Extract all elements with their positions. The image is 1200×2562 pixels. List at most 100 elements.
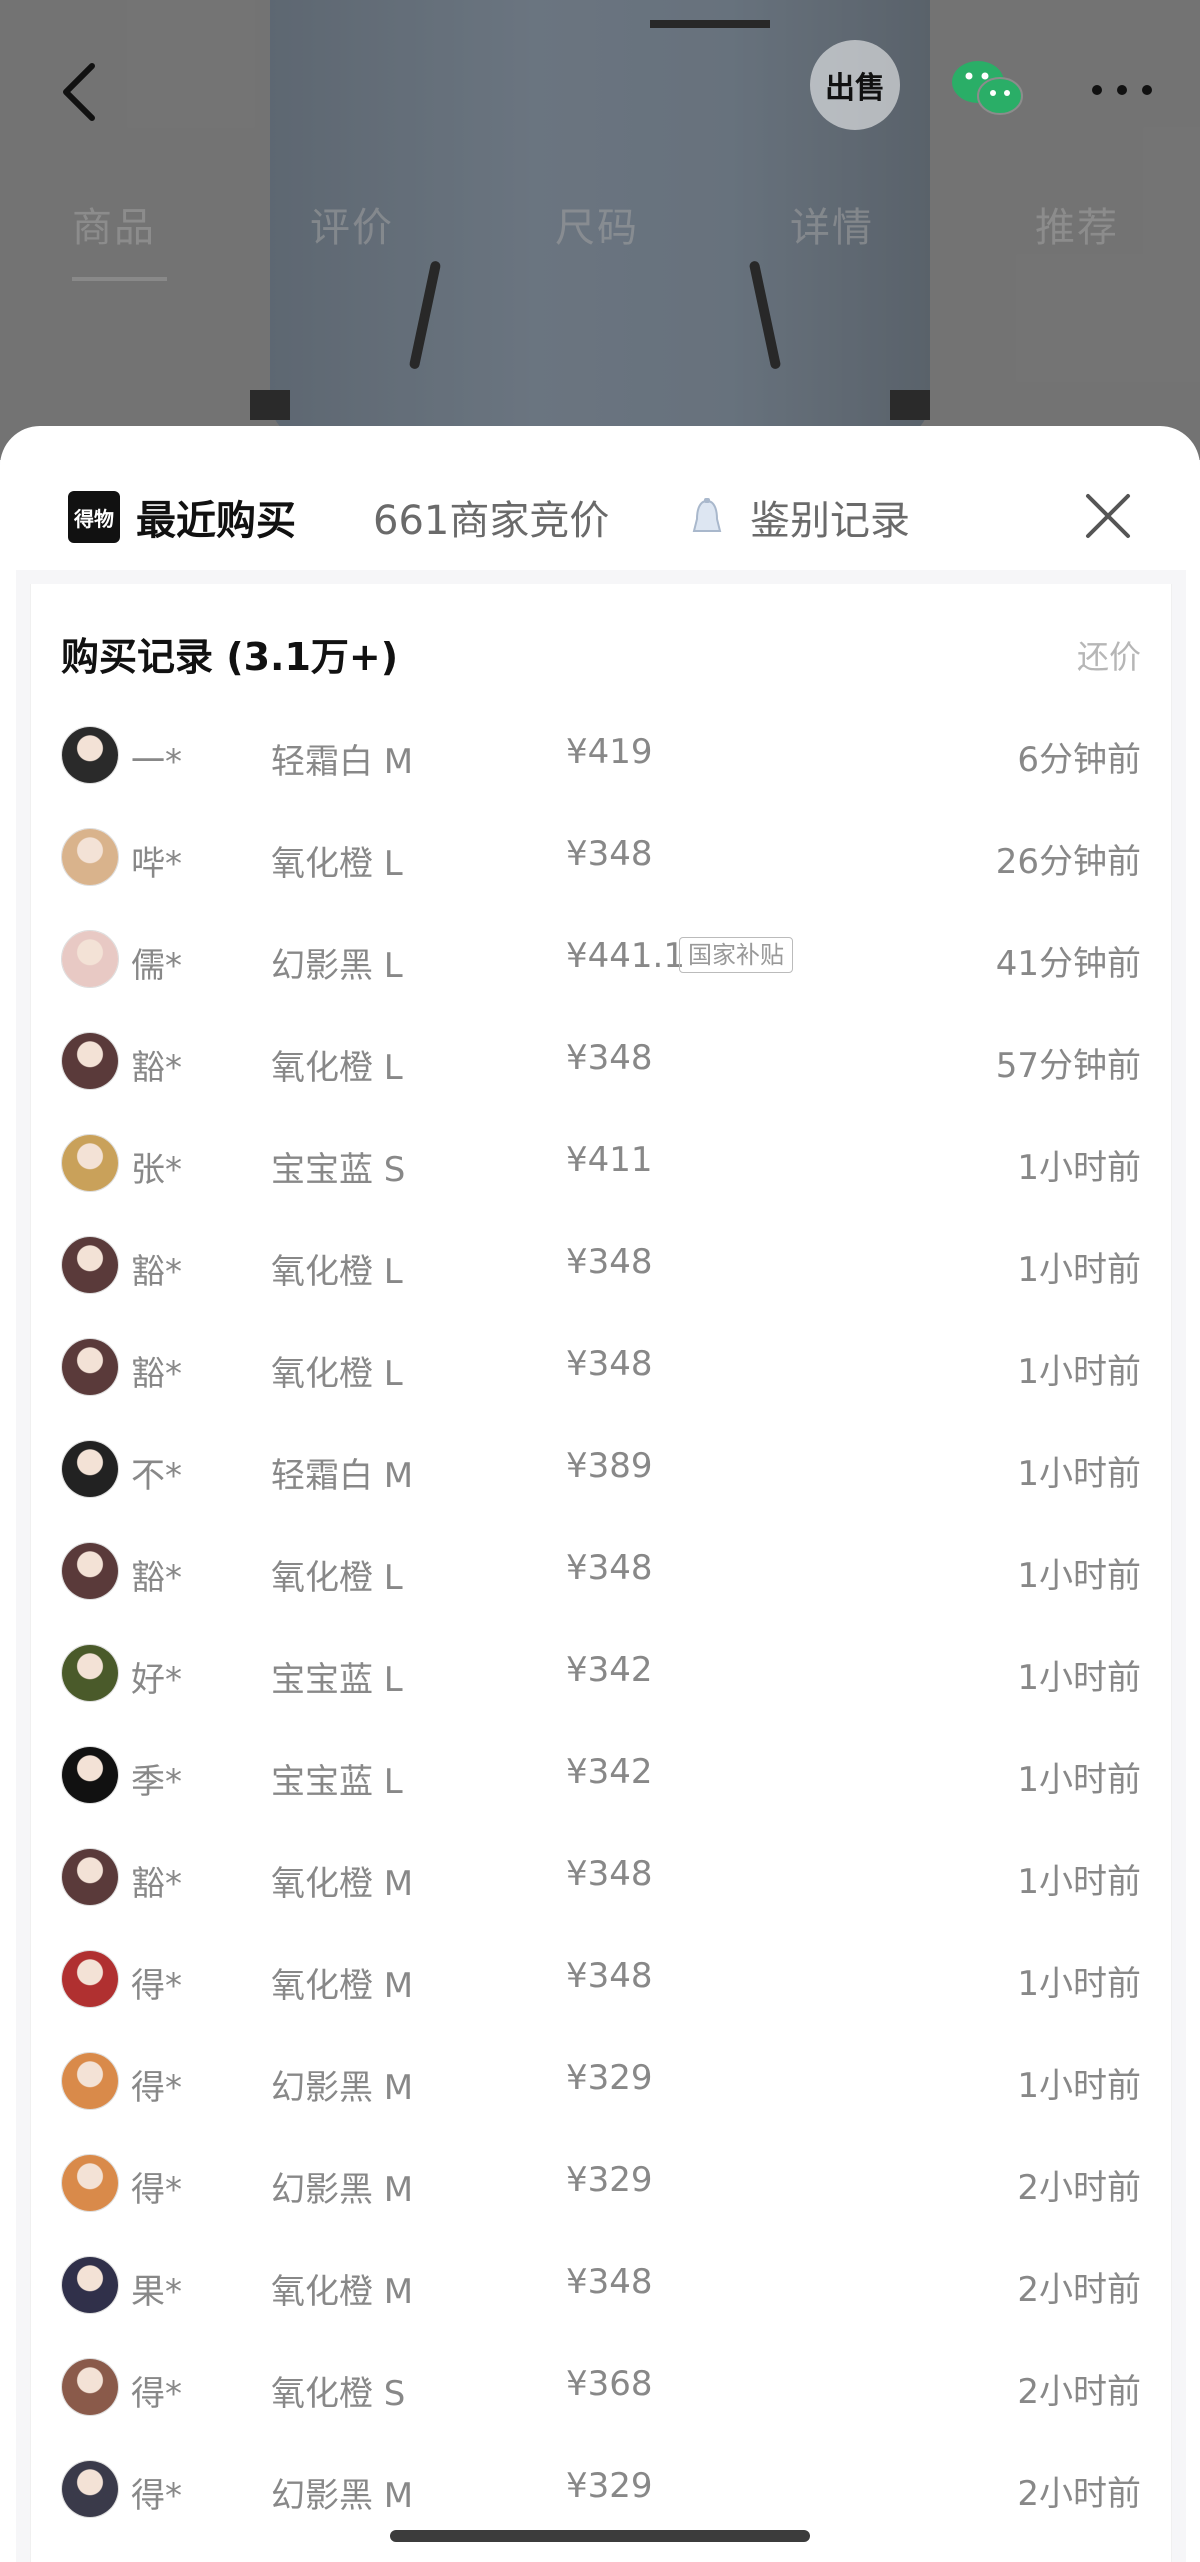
purchase-price: ¥329: [566, 2466, 653, 2506]
product-spec: 氧化橙 L: [271, 844, 403, 884]
purchase-time: 6分钟前: [1017, 740, 1141, 780]
product-spec: 轻霜白 M: [271, 1456, 414, 1496]
close-icon: [1086, 494, 1130, 538]
avatar-image: [62, 2155, 118, 2211]
user-avatar: [61, 1134, 119, 1192]
buyer-name: 豁*: [131, 1252, 182, 1292]
avatar-image: [62, 1033, 118, 1089]
purchase-time: 1小时前: [1017, 1250, 1141, 1290]
home-indicator[interactable]: [390, 2530, 810, 2542]
avatar-image: [62, 1135, 118, 1191]
purchase-row: 得* 幻影黑 M ¥329 2小时前: [31, 2438, 1171, 2540]
purchase-row: 得* 氧化橙 S ¥368 2小时前: [31, 2336, 1171, 2438]
user-avatar: [61, 1848, 119, 1906]
sheet-tabs: 得物 最近购买 661商家竞价 鉴别记录: [0, 426, 1200, 582]
buyer-name: 豁*: [131, 1048, 182, 1088]
close-button[interactable]: [1082, 490, 1134, 542]
purchase-price: ¥348: [566, 1548, 653, 1588]
purchase-time: 2小时前: [1017, 2270, 1141, 2310]
purchase-row: 一* 轻霜白 M ¥419 6分钟前: [31, 704, 1171, 806]
purchase-row: 得* 氧化橙 M ¥348 1小时前: [31, 1928, 1171, 2030]
buyer-name: 得*: [131, 2374, 182, 2414]
avatar-image: [62, 2359, 118, 2415]
purchase-row: 豁* 氧化橙 L ¥348 1小时前: [31, 1316, 1171, 1418]
product-tab-underline: [72, 277, 167, 281]
purchase-row: 儒* 幻影黑 L ¥441.1 国家补贴 41分钟前: [31, 908, 1171, 1010]
purchase-row: 哔* 氧化橙 L ¥348 26分钟前: [31, 806, 1171, 908]
product-spec: 氧化橙 L: [271, 1252, 403, 1292]
purchase-rows: 一* 轻霜白 M ¥419 6分钟前 哔* 氧化橙 L ¥348 26分钟前 儒* 幻影黑 L ¥4…: [31, 704, 1171, 2540]
user-avatar: [61, 1236, 119, 1294]
buyer-name: 得*: [131, 2068, 182, 2108]
avatar-image: [62, 2053, 118, 2109]
product-spec: 氧化橙 L: [271, 1048, 403, 1088]
avatar-image: [62, 931, 118, 987]
buyer-name: 儒*: [131, 946, 182, 986]
active-tab-underline: [137, 574, 227, 580]
purchase-price: ¥348: [566, 1242, 653, 1282]
user-avatar: [61, 2460, 119, 2518]
back-button[interactable]: [56, 62, 108, 122]
purchase-time: 26分钟前: [995, 842, 1141, 882]
user-avatar: [61, 1644, 119, 1702]
purchase-time: 41分钟前: [995, 944, 1141, 984]
product-spec: 氧化橙 M: [271, 1864, 414, 1904]
user-avatar: [61, 2154, 119, 2212]
avatar-image: [62, 1747, 118, 1803]
more-options-button[interactable]: [1085, 80, 1165, 100]
more-dots-icon: [1092, 85, 1152, 95]
purchase-price: ¥348: [566, 834, 653, 874]
purchase-row: 张* 宝宝蓝 S ¥411 1小时前: [31, 1112, 1171, 1214]
purchase-price: ¥342: [566, 1650, 653, 1690]
purchase-price: ¥348: [566, 2262, 653, 2302]
wechat-share-button[interactable]: [950, 58, 1026, 118]
avatar-image: [62, 1645, 118, 1701]
buyer-name: 得*: [131, 1966, 182, 2006]
product-spec: 氧化橙 M: [271, 2272, 414, 2312]
user-avatar: [61, 828, 119, 886]
list-title: 购买记录 (3.1万+): [61, 635, 399, 679]
user-avatar: [61, 2358, 119, 2416]
tab-reviews[interactable]: 评价: [310, 195, 394, 253]
wechat-icon: [952, 61, 1023, 115]
purchase-price: ¥441.1: [566, 936, 685, 976]
purchase-row: 豁* 氧化橙 L ¥348 57分钟前: [31, 1010, 1171, 1112]
user-avatar: [61, 1338, 119, 1396]
purchase-price: ¥348: [566, 1956, 653, 1996]
authentication-icon: [692, 498, 722, 532]
user-avatar: [61, 2256, 119, 2314]
purchase-price: ¥342: [566, 1752, 653, 1792]
purchase-price: ¥419: [566, 732, 653, 772]
sell-button[interactable]: 出售: [810, 40, 900, 130]
user-avatar: [61, 2052, 119, 2110]
product-spec: 氧化橙 L: [271, 1558, 403, 1598]
counter-offer-link[interactable]: 还价: [1077, 632, 1141, 678]
tab-authentication-records[interactable]: 鉴别记录: [690, 488, 910, 546]
purchase-row: 得* 幻影黑 M ¥329 2小时前: [31, 2132, 1171, 2234]
purchase-price: ¥389: [566, 1446, 653, 1486]
user-avatar: [61, 1032, 119, 1090]
tab-recent-purchases[interactable]: 得物 最近购买: [68, 488, 296, 546]
purchase-price: ¥368: [566, 2364, 653, 2404]
purchase-price: ¥348: [566, 1038, 653, 1078]
purchase-time: 1小时前: [1017, 1760, 1141, 1800]
purchase-time: 1小时前: [1017, 1556, 1141, 1596]
buyer-name: 好*: [131, 1660, 182, 1700]
tab-details[interactable]: 详情: [790, 195, 874, 253]
tab-merchant-bids[interactable]: 661商家竞价: [373, 488, 609, 546]
product-spec: 幻影黑 L: [271, 946, 403, 986]
purchase-row: 豁* 氧化橙 M ¥348 1小时前: [31, 1826, 1171, 1928]
tab-product[interactable]: 商品: [72, 195, 156, 253]
product-spec: 幻影黑 M: [271, 2068, 414, 2108]
user-avatar: [61, 930, 119, 988]
avatar-image: [62, 1543, 118, 1599]
avatar-image: [62, 2257, 118, 2313]
tab-size[interactable]: 尺码: [555, 195, 639, 253]
purchase-time: 1小时前: [1017, 1352, 1141, 1392]
tab-recommend[interactable]: 推荐: [1035, 195, 1119, 253]
purchase-time: 1小时前: [1017, 1658, 1141, 1698]
purchase-price: ¥348: [566, 1854, 653, 1894]
purchase-time: 1小时前: [1017, 1148, 1141, 1188]
product-spec: 宝宝蓝 L: [271, 1660, 403, 1700]
product-spec: 氧化橙 L: [271, 1354, 403, 1394]
